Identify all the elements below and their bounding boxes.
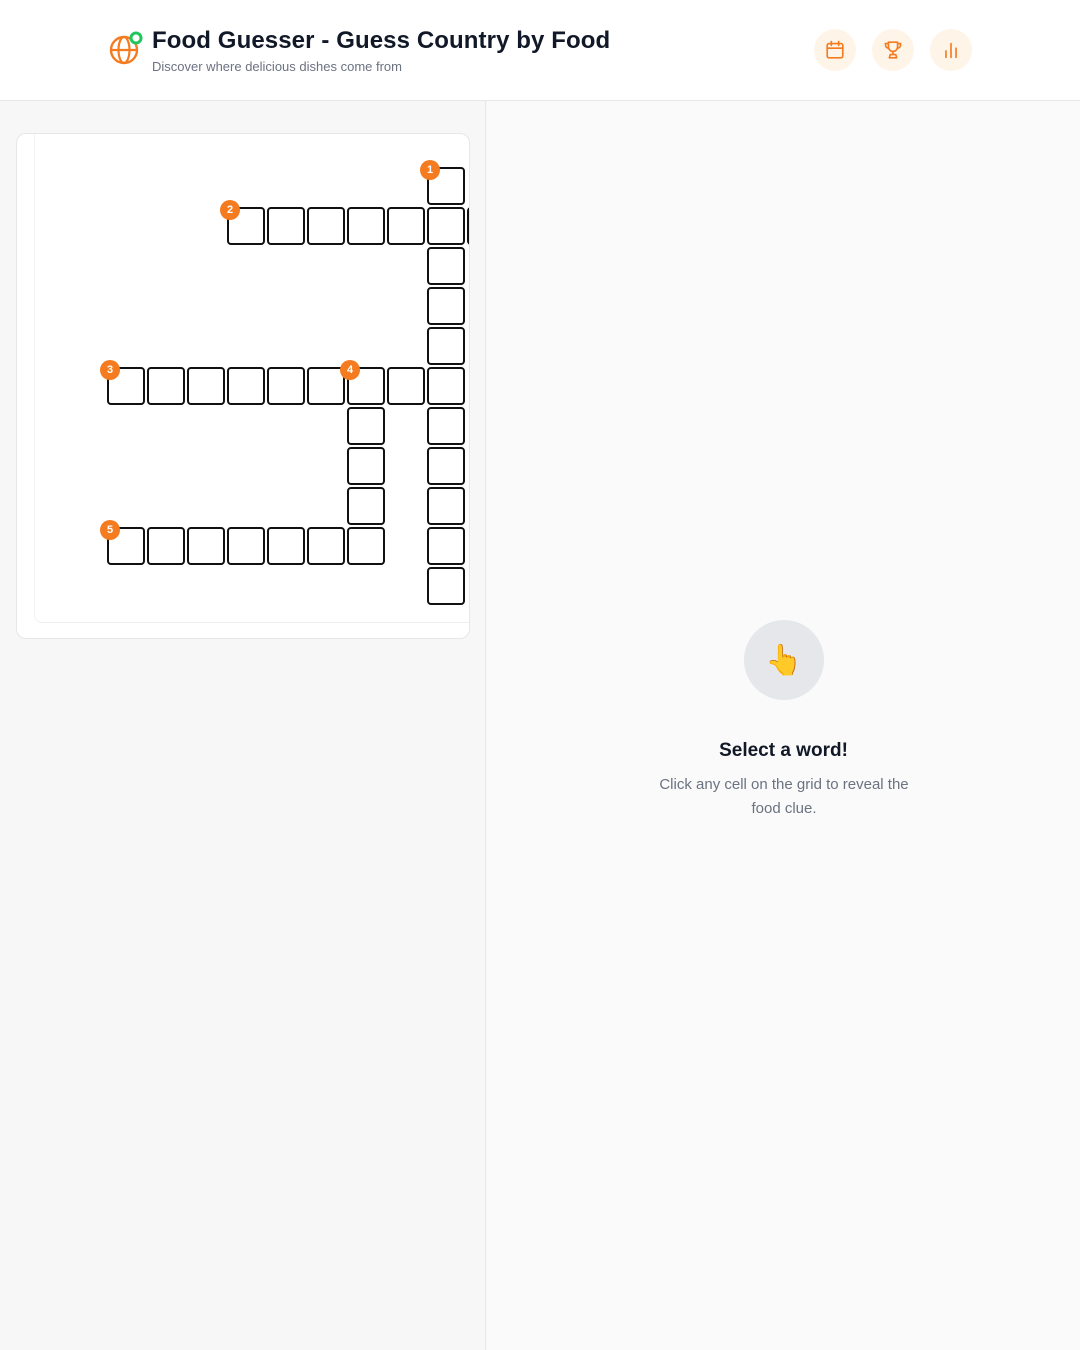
app-header: Food Guesser - Guess Country by Food Dis…: [0, 0, 1080, 101]
crossword-cell[interactable]: [467, 207, 469, 245]
trophy-icon: [884, 41, 902, 59]
select-word-title: Select a word!: [719, 740, 848, 761]
crossword-cell[interactable]: [267, 527, 305, 565]
crossword-cell[interactable]: [147, 367, 185, 405]
crossword-panel: 1 2 3 4 5: [0, 101, 486, 1350]
stats-button[interactable]: [930, 29, 972, 71]
crossword-cell[interactable]: [427, 447, 465, 485]
crossword-cell[interactable]: [347, 447, 385, 485]
crossword-cell[interactable]: [347, 487, 385, 525]
leaderboard-button[interactable]: [872, 29, 914, 71]
crossword-cell[interactable]: [347, 207, 385, 245]
crossword-cell[interactable]: [427, 487, 465, 525]
crossword-cell[interactable]: [227, 367, 265, 405]
bar-chart-icon: [945, 42, 957, 59]
crossword-cell[interactable]: [187, 367, 225, 405]
crossword-cell[interactable]: [427, 247, 465, 285]
crossword-card: 1 2 3 4 5: [16, 133, 470, 639]
app-subtitle: Discover where delicious dishes come fro…: [152, 59, 402, 74]
crossword-cell[interactable]: [427, 287, 465, 325]
crossword-cell[interactable]: [387, 367, 425, 405]
clue-number-badge: 4: [340, 360, 360, 380]
crossword-cell[interactable]: [427, 367, 465, 405]
clue-panel: 👆 Select a word! Click any cell on the g…: [487, 101, 1080, 1350]
select-word-hint: Click any cell on the grid to reveal the…: [659, 776, 909, 817]
crossword-cell[interactable]: [427, 327, 465, 365]
crossword-cell[interactable]: [307, 527, 345, 565]
crossword-cell[interactable]: [427, 567, 465, 605]
globe-logo-icon: [108, 30, 146, 68]
clue-number-badge: 3: [100, 360, 120, 380]
crossword-cell[interactable]: [347, 527, 385, 565]
crossword-cell[interactable]: [427, 527, 465, 565]
crossword-cell[interactable]: [387, 207, 425, 245]
crossword-cell[interactable]: [307, 207, 345, 245]
crossword-cell[interactable]: [267, 207, 305, 245]
crossword-cell[interactable]: [427, 207, 465, 245]
clue-number-badge: 2: [220, 200, 240, 220]
crossword-cell[interactable]: [267, 367, 305, 405]
crossword-cell[interactable]: [147, 527, 185, 565]
crossword-cell[interactable]: [227, 527, 265, 565]
crossword-grid: 1 2 3 4 5: [34, 134, 469, 623]
clue-number-badge: 1: [420, 160, 440, 180]
calendar-icon: [826, 40, 844, 59]
crossword-cell[interactable]: [427, 407, 465, 445]
crossword-cell[interactable]: [347, 407, 385, 445]
crossword-cell[interactable]: [187, 527, 225, 565]
crossword-cell[interactable]: [307, 367, 345, 405]
pointing-hand-icon: 👆: [744, 620, 824, 700]
clue-number-badge: 5: [100, 520, 120, 540]
app-title: Food Guesser - Guess Country by Food: [152, 27, 611, 54]
daily-challenge-button[interactable]: [814, 29, 856, 71]
